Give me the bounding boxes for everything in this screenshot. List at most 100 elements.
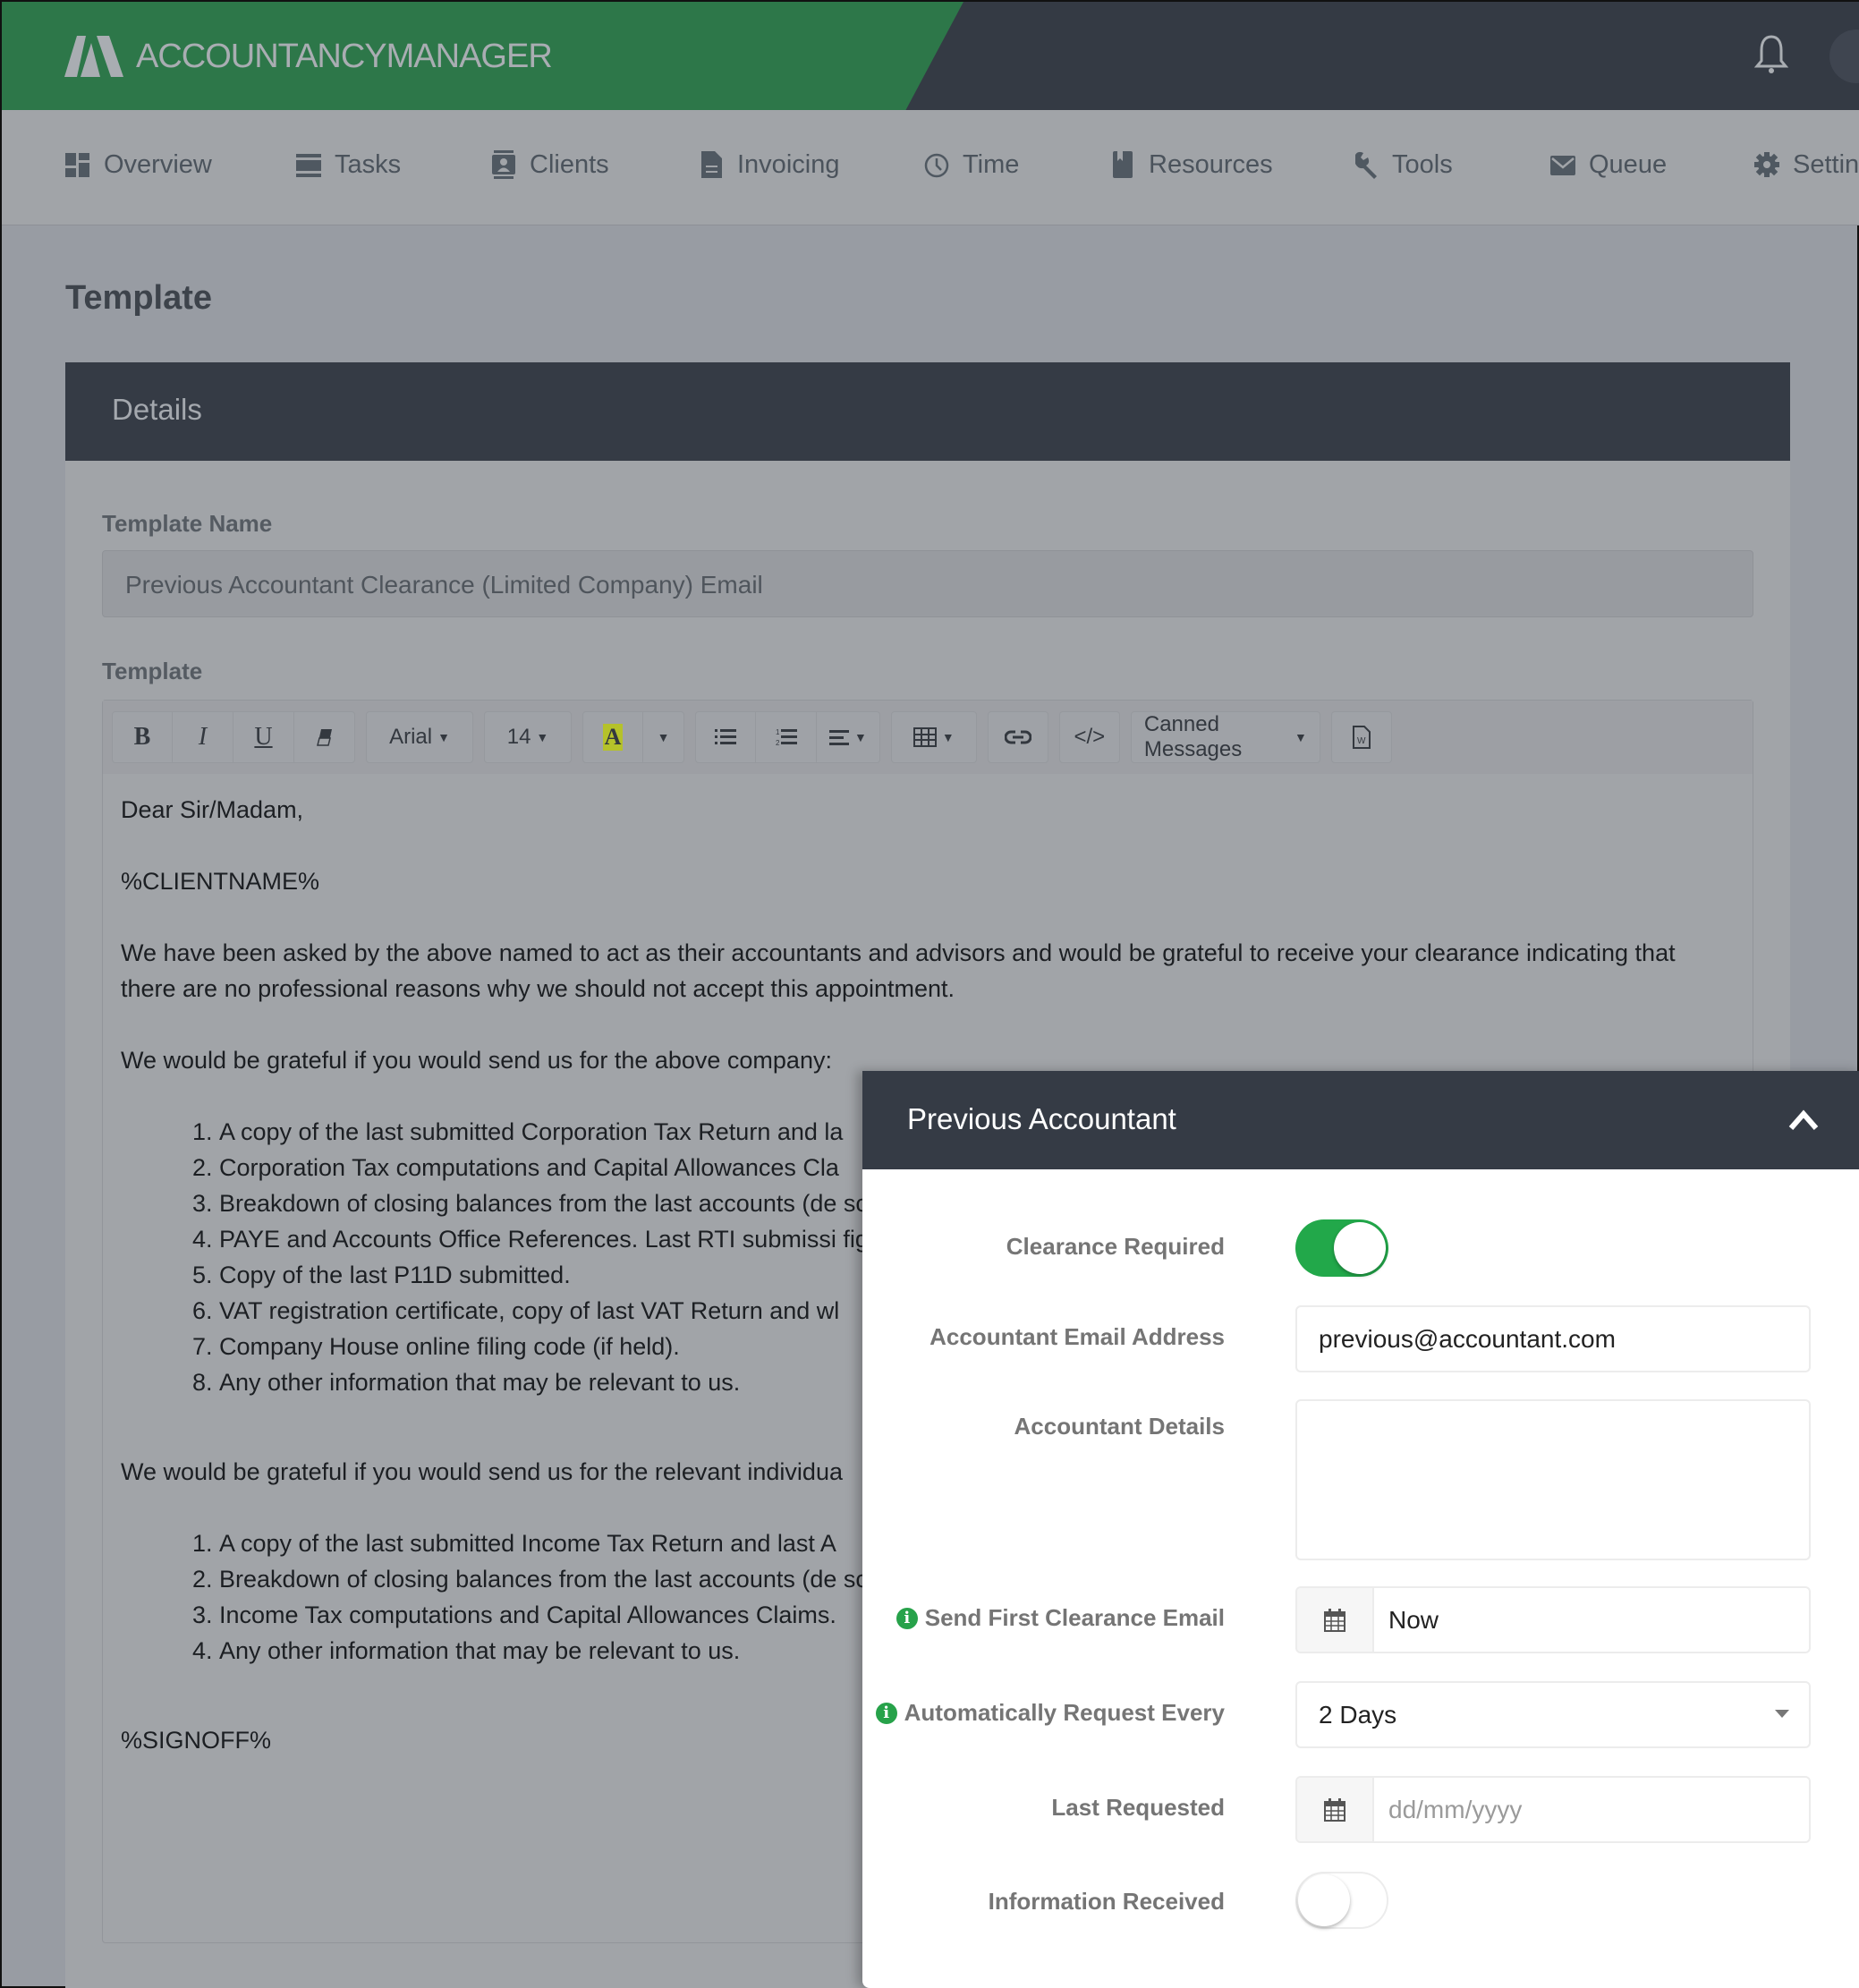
client-tag-text: %CLIENTNAME% [121,868,320,895]
italic-button[interactable]: I [173,711,233,763]
chevron-up-icon[interactable] [1787,1103,1820,1135]
toggle-knob [1298,1874,1350,1926]
user-avatar[interactable] [1829,30,1859,83]
nav-label: Invoicing [737,149,840,179]
notification-bell-icon[interactable] [1753,34,1789,75]
caret-down-icon [1775,1710,1789,1718]
caret-down-icon: ▼ [941,730,955,744]
dashboard-icon [65,153,89,177]
nav-tools[interactable]: Tools [1353,149,1453,180]
panel-title: Previous Accountant [907,1102,1176,1135]
main-nav: Overview Tasks Clients Invoicing Time Re… [2,110,1859,225]
accountant-details-label: Accountant Details [1014,1413,1226,1440]
clock-icon [924,153,949,178]
nav-label: Time [963,149,1020,179]
text-color-dropdown[interactable]: ▼ [643,711,684,763]
nav-invoicing[interactable]: Invoicing [698,149,839,180]
logo-mark-icon [64,36,123,77]
link-button[interactable] [987,711,1048,763]
table-dropdown[interactable]: ▼ [890,711,977,763]
nav-queue[interactable]: Queue [1549,149,1667,180]
word-document-icon: W [1352,726,1371,749]
svg-text:2: 2 [776,739,780,747]
caret-down-icon: ▼ [854,730,867,744]
text-color-button[interactable]: A [582,711,643,763]
last-requested-label: Last Requested [1051,1794,1225,1821]
accountant-email-label: Accountant Email Address [930,1323,1225,1350]
canned-messages-label: Canned Messages [1143,712,1243,761]
accountant-email-input[interactable]: previous@accountant.com [1295,1305,1811,1372]
svg-text:1: 1 [776,728,780,736]
font-size-dropdown[interactable]: 14 ▼ [484,711,572,763]
nav-clients[interactable]: Clients [490,149,609,180]
details-card-title: Details [65,362,1790,461]
nav-label: Resources [1149,149,1273,179]
last-requested-field[interactable]: dd/mm/yyyy [1295,1776,1811,1843]
intro-paragraph: We have been asked by the above named to… [121,939,1676,1002]
numbered-list-button[interactable]: 12 [756,711,817,763]
accountant-details-textarea[interactable] [1295,1399,1811,1560]
previous-accountant-panel: Previous Accountant Clearance Required A… [862,1071,1859,1988]
contact-card-icon [492,150,515,179]
align-left-icon [829,730,849,745]
nav-label: Queue [1589,149,1668,179]
information-received-label: Information Received [988,1888,1225,1915]
bold-button[interactable]: B [112,711,173,763]
align-dropdown[interactable]: ▼ [817,711,880,763]
gear-icon [1754,152,1779,177]
font-family-value: Arial [389,725,433,749]
caret-down-icon: ▼ [1295,730,1307,744]
table-icon [913,727,937,747]
nav-time[interactable]: Time [923,149,1019,180]
auto-request-select[interactable]: 2 Days [1295,1681,1811,1748]
info-icon[interactable]: i [875,1702,897,1724]
clear-format-button[interactable] [294,711,355,763]
clearance-required-label: Clearance Required [1006,1233,1225,1260]
envelope-icon [1550,156,1575,175]
nav-label: Overview [104,149,212,179]
app-logo[interactable]: ACCOUNTANCYMANAGER [64,36,553,77]
eraser-icon [316,729,332,746]
numbered-list-icon: 12 [776,728,797,747]
bullet-list-button[interactable] [695,711,756,763]
caret-down-icon: ▼ [536,730,549,744]
caret-down-icon: ▼ [657,730,670,744]
clearance-required-toggle[interactable] [1295,1219,1388,1277]
nav-overview[interactable]: Overview [64,149,212,180]
link-icon [1004,730,1031,744]
canned-messages-dropdown[interactable]: Canned Messages ▼ [1130,711,1320,763]
auto-request-label-text: Automatically Request Every [904,1699,1225,1726]
nav-settings[interactable]: Settin [1753,149,1859,180]
greeting-text: Dear Sir/Madam, [121,796,304,823]
document-icon [701,151,722,178]
page-title: Template [65,279,213,317]
calendar-icon[interactable] [1297,1588,1374,1652]
nav-label: Settin [1793,149,1859,179]
top-bar: ACCOUNTANCYMANAGER [2,2,1859,110]
send-first-email-value: Now [1388,1606,1439,1634]
wrench-icon [1355,151,1377,179]
template-name-input[interactable]: Previous Accountant Clearance (Limited C… [102,550,1753,617]
send-first-email-field[interactable]: Now [1295,1586,1811,1653]
send-first-email-label: i Send First Clearance Email [896,1604,1225,1632]
nav-resources[interactable]: Resources [1109,149,1273,180]
word-export-button[interactable]: W [1330,711,1392,763]
template-name-label: Template Name [102,510,273,537]
panel-header[interactable]: Previous Accountant [862,1071,1859,1169]
font-size-value: 14 [506,725,531,749]
text-color-icon: A [602,724,624,751]
info-icon[interactable]: i [896,1607,918,1629]
tasks-icon [296,154,321,177]
nav-label: Tasks [335,149,402,179]
underline-button[interactable]: U [233,711,294,763]
last-requested-input: dd/mm/yyyy [1388,1796,1523,1823]
font-family-dropdown[interactable]: Arial ▼ [366,711,473,763]
code-view-button[interactable]: </> [1058,711,1120,763]
auto-request-label: i Automatically Request Every [875,1699,1225,1727]
nav-label: Tools [1392,149,1453,179]
send-first-email-label-text: Send First Clearance Email [924,1604,1225,1631]
information-received-toggle[interactable] [1295,1872,1388,1929]
calendar-icon[interactable] [1297,1778,1374,1841]
nav-tasks[interactable]: Tasks [295,149,401,180]
editor-toolbar: B I U Arial ▼ 14 ▼ A ▼ 12 ▼ ▼ </> Canned M… [103,701,1753,774]
